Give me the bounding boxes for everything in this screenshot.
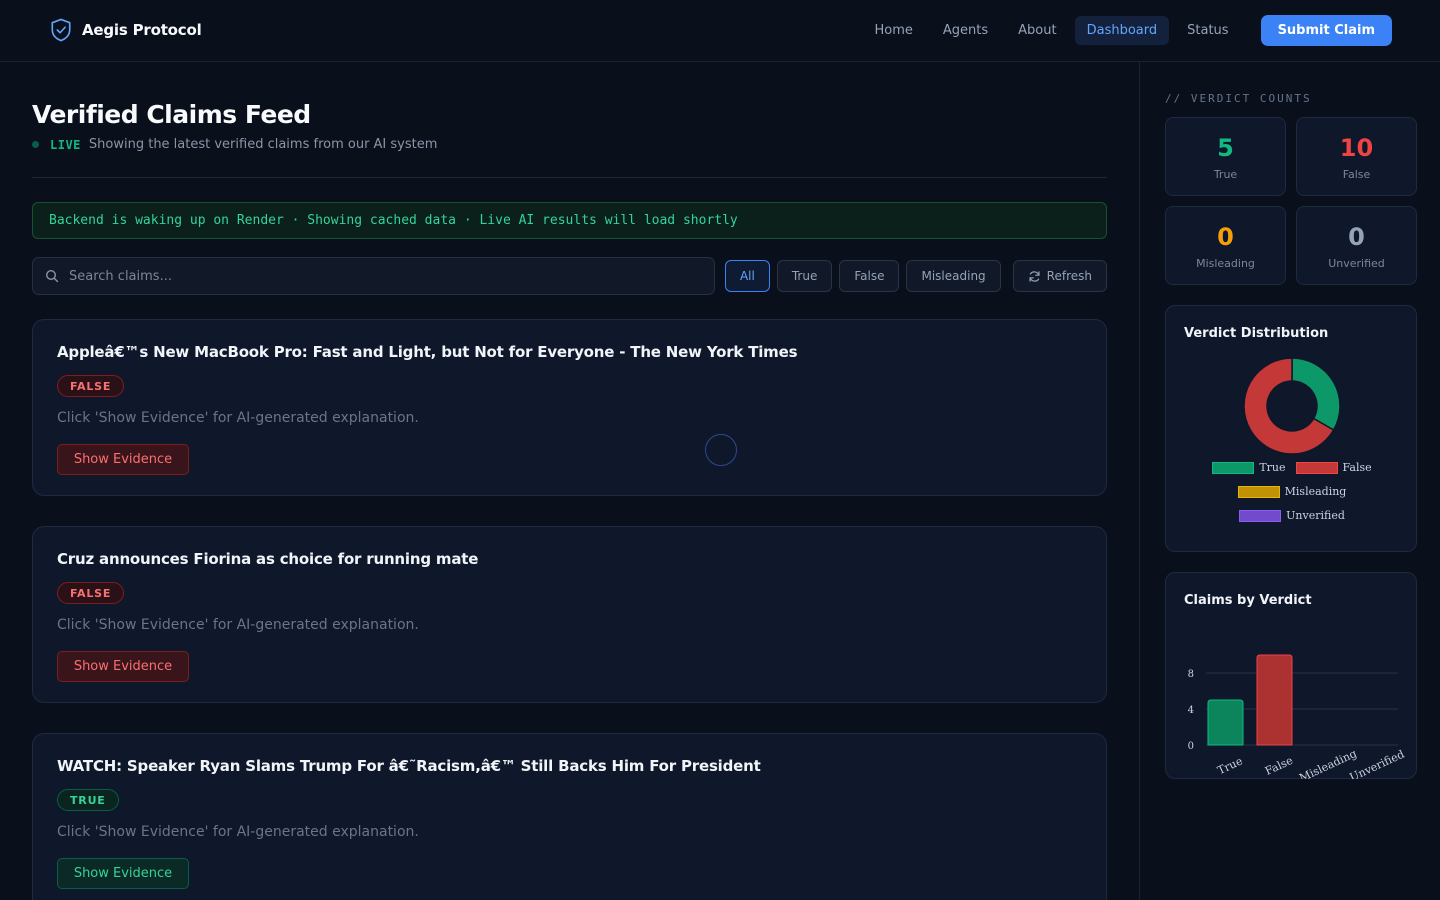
filter-misleading[interactable]: Misleading	[906, 260, 1001, 292]
claim-card: Cruz announces Fiorina as choice for run…	[32, 526, 1107, 703]
count-value: 10	[1339, 134, 1374, 162]
legend-label: False	[1342, 461, 1372, 474]
verdict-counts-heading: // VERDICT COUNTS	[1165, 92, 1312, 105]
nav-about[interactable]: About	[1006, 16, 1068, 45]
claims-by-verdict-panel: Claims by Verdict 0 4 8 True False Misleading…	[1165, 572, 1417, 779]
verdict-badge: FALSE	[57, 375, 125, 397]
panel-title: Verdict Distribution	[1184, 326, 1329, 341]
claim-title: WATCH: Speaker Ryan Slams Trump For â€˜R…	[57, 757, 761, 775]
live-status: LIVE Showing the latest verified claims …	[32, 137, 437, 152]
x-tick-label: Unverified	[1348, 748, 1407, 779]
legend-item-false[interactable]: False	[1295, 461, 1372, 474]
legend-label: True	[1259, 461, 1286, 474]
nav-dashboard[interactable]: Dashboard	[1074, 16, 1170, 45]
count-label: Unverified	[1328, 257, 1385, 270]
claim-card: Appleâ€™s New MacBook Pro: Fast and Ligh…	[32, 319, 1107, 496]
donut-chart	[1243, 357, 1341, 455]
bar-chart: 048True False MisleadingUnverified	[1188, 654, 1407, 779]
y-tick-label: 4	[1188, 705, 1194, 716]
divider	[32, 177, 1107, 178]
claim-title: Cruz announces Fiorina as choice for run…	[57, 550, 479, 568]
legend-item-misleading[interactable]: Misleading	[1237, 485, 1347, 498]
legend-row: Unverified	[1166, 509, 1418, 522]
refresh-label: Refresh	[1046, 269, 1092, 283]
refresh-icon	[1029, 270, 1040, 282]
count-label: True	[1213, 168, 1238, 181]
legend-swatch	[1295, 461, 1338, 474]
count-label: False	[1342, 168, 1371, 181]
status-banner: Backend is waking up on Render · Showing…	[32, 202, 1107, 239]
count-label: Misleading	[1196, 257, 1255, 270]
panel-title: Claims by Verdict	[1184, 593, 1312, 608]
page-subtitle: Showing the latest verified claims from …	[88, 137, 438, 152]
page-title: Verified Claims Feed	[32, 100, 311, 129]
toolbar: All True False Misleading Refresh	[32, 257, 1107, 295]
show-evidence-button[interactable]: Show Evidence	[57, 444, 189, 475]
main-content: Verified Claims Feed LIVE Showing the la…	[32, 62, 1107, 900]
verdict-distribution-panel: Verdict Distribution True False Misleading…	[1165, 305, 1417, 552]
legend-swatch	[1212, 461, 1255, 474]
legend-label: Unverified	[1286, 509, 1345, 522]
x-tick-label: False	[1263, 754, 1295, 778]
brand-name: Aegis Protocol	[82, 21, 202, 39]
verdict-badge: TRUE	[57, 789, 119, 811]
nav-agents[interactable]: Agents	[931, 16, 1000, 45]
legend-swatch	[1237, 485, 1280, 498]
top-nav: Aegis Protocol Home Agents About Dashboa…	[0, 0, 1440, 62]
filter-false[interactable]: False	[839, 260, 900, 292]
search-box[interactable]	[32, 257, 715, 295]
y-tick-label: 0	[1188, 741, 1194, 752]
legend-item-true[interactable]: True	[1212, 461, 1286, 474]
legend-row: Misleading	[1166, 485, 1418, 498]
brand[interactable]: Aegis Protocol	[50, 18, 202, 42]
claim-explanation: Click 'Show Evidence' for AI-generated e…	[57, 824, 419, 840]
claim-title: Appleâ€™s New MacBook Pro: Fast and Ligh…	[57, 343, 798, 361]
search-icon	[45, 269, 59, 283]
shield-check-icon	[51, 18, 71, 42]
count-value: 0	[1217, 223, 1234, 251]
nav-status[interactable]: Status	[1175, 16, 1240, 45]
claim-card: WATCH: Speaker Ryan Slams Trump For â€˜R…	[32, 733, 1107, 900]
count-false: 10 False	[1296, 117, 1417, 196]
loading-spinner-icon	[705, 434, 737, 466]
filter-group: All True False Misleading Refresh	[724, 260, 1107, 292]
count-true: 5 True	[1165, 117, 1286, 196]
claim-explanation: Click 'Show Evidence' for AI-generated e…	[57, 617, 419, 633]
show-evidence-button[interactable]: Show Evidence	[57, 858, 189, 889]
search-input[interactable]	[69, 268, 669, 284]
claim-explanation: Click 'Show Evidence' for AI-generated e…	[57, 410, 419, 426]
legend-row: True False	[1166, 461, 1418, 474]
count-unverified: 0 Unverified	[1296, 206, 1417, 285]
legend-item-unverified[interactable]: Unverified	[1239, 509, 1345, 522]
verdict-badge: FALSE	[57, 582, 125, 604]
legend-label: Misleading	[1284, 485, 1347, 498]
legend-swatch	[1239, 509, 1282, 522]
bar-true	[1207, 699, 1244, 746]
live-label: LIVE	[50, 137, 81, 152]
count-value: 0	[1348, 223, 1365, 251]
x-tick-label: True	[1215, 754, 1244, 777]
count-value: 5	[1217, 134, 1234, 162]
count-misleading: 0 Misleading	[1165, 206, 1286, 285]
refresh-button[interactable]: Refresh	[1012, 260, 1107, 292]
live-dot-icon	[32, 141, 39, 148]
submit-claim-button[interactable]: Submit Claim	[1260, 15, 1392, 46]
sidebar: // VERDICT COUNTS 5 True 10 False 0 Misl…	[1139, 62, 1440, 900]
filter-true[interactable]: True	[776, 260, 833, 292]
bar-false	[1256, 654, 1293, 746]
nav-links: Home Agents About Dashboard Status Submi…	[863, 15, 1392, 46]
nav-home[interactable]: Home	[863, 16, 925, 45]
filter-all[interactable]: All	[724, 260, 770, 292]
y-tick-label: 8	[1188, 669, 1194, 680]
show-evidence-button[interactable]: Show Evidence	[57, 651, 189, 682]
